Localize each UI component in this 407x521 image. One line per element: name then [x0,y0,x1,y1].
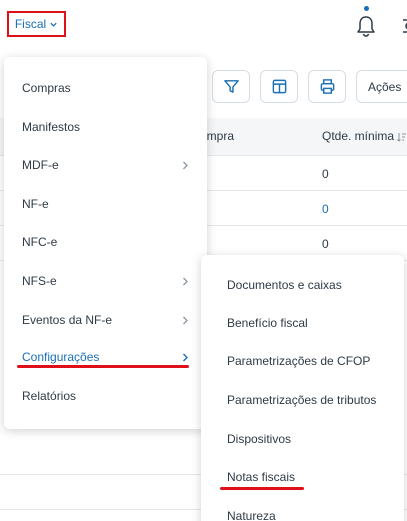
fiscal-menu-button[interactable]: Fiscal [7,11,66,37]
chevron-down-icon [50,22,57,27]
chevron-right-icon [183,353,188,362]
fiscal-menu-label: Fiscal [14,17,47,31]
menu-item-label: NFS-e [22,274,57,288]
highlight-underline [220,487,304,490]
menu-item-eventos-nfe[interactable]: Eventos da NF-e [4,301,207,339]
submenu-item-label: Natureza [227,509,276,521]
configuracoes-submenu: Documentos e caixas Benefício fiscal Par… [201,255,404,521]
menu-item-label: Eventos da NF-e [22,313,113,327]
submenu-item-label: Documentos e caixas [227,278,342,292]
gear-icon[interactable] [399,16,407,36]
menu-item-label: NF-e [22,197,49,211]
filter-button[interactable] [212,70,250,103]
chevron-right-icon [183,277,188,286]
columns-button[interactable] [260,70,298,103]
menu-item-configuracoes[interactable]: Configurações [4,338,207,376]
menu-item-manifestos[interactable]: Manifestos [4,108,207,146]
menu-item-nfce[interactable]: NFC-e [4,223,207,261]
chevron-right-icon [183,161,188,170]
menu-item-label: NFC-e [22,235,58,249]
submenu-item-natureza[interactable]: Natureza [201,497,404,521]
actions-label: Ações [368,79,402,94]
submenu-item-label: Parametrizações de tributos [227,393,377,407]
submenu-item-label: Benefício fiscal [227,316,308,330]
submenu-item-param-tributos[interactable]: Parametrizações de tributos [201,381,404,419]
column-header-qty-label: Qtde. mínima [322,129,395,143]
menu-item-relatorios[interactable]: Relatórios [4,377,207,415]
qty-cell: 0 [322,202,329,216]
menu-item-nfe[interactable]: NF-e [4,185,207,223]
notification-dot [364,6,369,11]
sort-icon[interactable] [397,132,407,142]
qty-cell: 0 [322,237,329,251]
submenu-item-label: Parametrizações de CFOP [227,354,371,368]
menu-item-label: Compras [22,81,71,95]
printer-icon [320,79,334,94]
menu-item-label: MDF-e [22,158,59,172]
menu-item-label: Relatórios [22,389,77,403]
fiscal-dropdown-menu: Compras Manifestos MDF-e NF-e NFC-e NFS-… [4,57,207,429]
submenu-item-label: Notas fiscais [227,470,296,484]
filter-icon [223,80,239,93]
highlight-underline [17,365,189,368]
menu-item-compras[interactable]: Compras [4,69,207,107]
top-header: Fiscal [0,0,407,50]
actions-button[interactable]: Ações [356,70,407,103]
submenu-item-beneficio-fiscal[interactable]: Benefício fiscal [201,304,404,342]
menu-item-mdfe[interactable]: MDF-e [4,146,207,184]
chevron-right-icon [183,316,188,325]
submenu-item-notas-fiscais[interactable]: Notas fiscais [201,458,404,496]
bell-icon[interactable] [355,14,377,38]
qty-cell: 0 [322,167,329,181]
submenu-item-label: Dispositivos [227,432,292,446]
menu-item-label: Manifestos [22,120,81,134]
submenu-item-param-cfop[interactable]: Parametrizações de CFOP [201,342,404,380]
print-button[interactable] [308,70,346,103]
column-header-qty[interactable]: Qtde. mínima [322,129,407,143]
menu-item-nfse[interactable]: NFS-e [4,262,207,300]
submenu-item-dispositivos[interactable]: Dispositivos [201,420,404,458]
menu-item-label: Configurações [22,350,100,364]
layout-icon [272,79,286,94]
submenu-item-documentos-caixas[interactable]: Documentos e caixas [201,266,404,304]
